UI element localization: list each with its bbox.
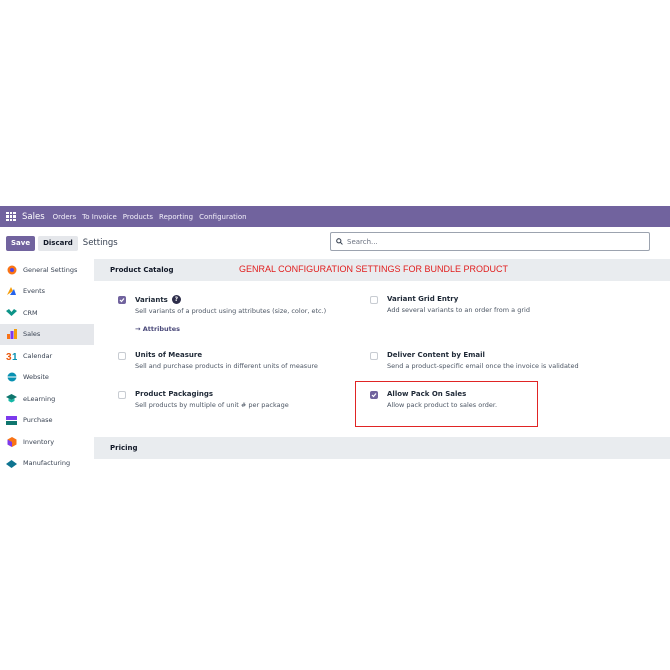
settings-main: Product Catalog GENRAL CONFIGURATION SET… [94, 259, 670, 470]
units-of-measure-checkbox[interactable] [118, 352, 126, 360]
general-settings-icon [6, 264, 17, 275]
sidebar-item-label: General Settings [23, 265, 78, 274]
setting-variants: Variants? Sell variants of a product usi… [118, 295, 326, 333]
inventory-icon [6, 436, 17, 447]
manufacturing-icon [6, 458, 17, 469]
variant-grid-checkbox[interactable] [370, 296, 378, 304]
menu-orders[interactable]: Orders [53, 213, 77, 221]
sidebar-item-label: Inventory [23, 437, 55, 446]
setting-variant-grid-entry: Variant Grid Entry Add several variants … [370, 295, 530, 314]
search-placeholder: Search... [347, 237, 378, 246]
annotation-banner: GENRAL CONFIGURATION SETTINGS FOR BUNDLE… [239, 264, 509, 274]
settings-sidebar: General Settings Events CRM Sales 31 Cal… [0, 259, 94, 470]
section-header-pricing: Pricing [94, 437, 670, 459]
sidebar-item-crm[interactable]: CRM [0, 302, 94, 324]
setting-title: Variant Grid Entry [387, 295, 459, 303]
setting-title: Variants [135, 295, 168, 304]
website-icon [6, 372, 17, 383]
sidebar-item-label: Manufacturing [23, 459, 71, 468]
sidebar-item-label: Calendar [23, 351, 53, 360]
crm-icon [6, 307, 17, 318]
section-header-product-catalog: Product Catalog GENRAL CONFIGURATION SET… [94, 259, 670, 281]
sales-icon [6, 329, 17, 340]
check-icon [119, 298, 125, 303]
setting-product-packagings: Product Packagings Sell products by mult… [118, 390, 289, 409]
setting-title: Product Packagings [135, 390, 214, 398]
sidebar-item-label: eLearning [23, 394, 56, 403]
variants-checkbox[interactable] [118, 296, 126, 304]
sidebar-item-events[interactable]: Events [0, 281, 94, 303]
highlight-box [355, 381, 538, 427]
setting-deliver-content-by-email: Deliver Content by Email Send a product-… [370, 351, 579, 370]
setting-title: Deliver Content by Email [387, 351, 485, 359]
setting-title: Units of Measure [135, 351, 203, 359]
elearning-icon [6, 393, 17, 404]
setting-description: Sell products by multiple of unit # per … [135, 401, 289, 409]
top-navbar: Sales Orders To Invoice Products Reporti… [0, 206, 670, 227]
svg-text:1: 1 [12, 352, 17, 361]
sidebar-item-website[interactable]: Website [0, 367, 94, 389]
discard-button[interactable]: Discard [38, 235, 78, 251]
search-icon [336, 238, 343, 245]
apps-menu-icon[interactable] [6, 211, 16, 222]
attributes-link[interactable]: → Attributes [135, 325, 326, 333]
deliver-content-checkbox[interactable] [370, 352, 378, 360]
sidebar-item-label: CRM [23, 308, 38, 317]
sidebar-item-label: Events [23, 287, 46, 296]
sidebar-item-inventory[interactable]: Inventory [0, 431, 94, 453]
sidebar-item-label: Sales [23, 330, 41, 339]
menu-to-invoice[interactable]: To Invoice [82, 213, 117, 221]
menu-products[interactable]: Products [123, 213, 153, 221]
section-title: Pricing [110, 444, 138, 452]
sidebar-item-label: Purchase [23, 416, 53, 425]
page-title: Settings [82, 238, 118, 248]
save-button[interactable]: Save [6, 235, 36, 251]
menu-reporting[interactable]: Reporting [159, 213, 193, 221]
sidebar-item-calendar[interactable]: 31 Calendar [0, 345, 94, 367]
search-input[interactable]: Search... [330, 232, 650, 251]
sidebar-item-elearning[interactable]: eLearning [0, 388, 94, 410]
product-packagings-checkbox[interactable] [118, 391, 126, 399]
calendar-icon: 31 [6, 350, 17, 361]
section-title: Product Catalog [110, 266, 174, 274]
control-panel: Save Discard Settings Search... [0, 227, 670, 259]
setting-description: Add several variants to an order from a … [387, 306, 530, 314]
setting-description: Sell and purchase products in different … [135, 362, 318, 370]
sidebar-item-general-settings[interactable]: General Settings [0, 259, 94, 281]
setting-units-of-measure: Units of Measure Sell and purchase produ… [118, 351, 318, 370]
help-icon[interactable]: ? [171, 295, 181, 304]
setting-description: Send a product-specific email once the i… [387, 362, 579, 370]
sidebar-item-purchase[interactable]: Purchase [0, 410, 94, 432]
sidebar-item-manufacturing[interactable]: Manufacturing [0, 453, 94, 471]
menu-configuration[interactable]: Configuration [199, 213, 246, 221]
purchase-icon [6, 415, 17, 426]
app-name[interactable]: Sales [22, 212, 45, 222]
sidebar-item-sales[interactable]: Sales [0, 323, 94, 345]
events-icon [6, 286, 17, 297]
sidebar-item-label: Website [23, 373, 49, 382]
setting-description: Sell variants of a product using attribu… [135, 307, 327, 315]
